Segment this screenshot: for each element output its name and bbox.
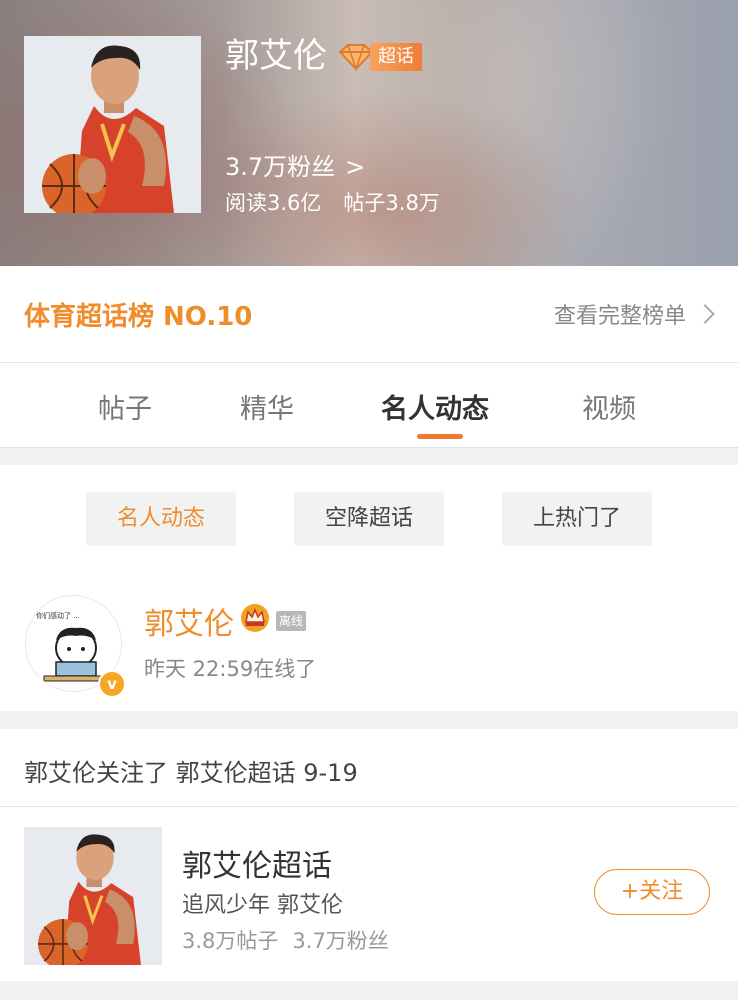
fans-count: 3.7万粉丝 — [225, 153, 336, 181]
super-topic-tag: 超话 — [370, 43, 422, 71]
rank-title: 体育超话榜 NO.10 — [24, 302, 253, 332]
tab-featured[interactable]: 精华 — [240, 387, 294, 426]
topic-header: 郭艾伦 超话 3.7万粉丝 > 阅读3.6亿 帖子3.8万 — [0, 0, 738, 266]
super-topic-badge: 超话 — [336, 42, 422, 72]
topic-card-thumbnail[interactable] — [24, 827, 162, 965]
rank-row[interactable]: 体育超话榜 NO.10 查看完整榜单 — [0, 266, 738, 363]
topic-name: 郭艾伦 — [225, 36, 327, 76]
tab-videos[interactable]: 视频 — [582, 387, 636, 426]
chevron-right-icon — [695, 304, 715, 324]
filter-airdrop-topic[interactable]: 空降超话 — [294, 492, 444, 546]
last-online-time: 昨天 22:59在线了 — [144, 657, 317, 681]
tab-posts[interactable]: 帖子 — [98, 387, 152, 426]
divider — [0, 806, 738, 807]
filter-celebrity-updates[interactable]: 名人动态 — [86, 492, 236, 546]
topic-avatar[interactable] — [24, 36, 201, 213]
topic-card-fans: 3.7万粉丝 — [292, 929, 389, 953]
crown-icon — [241, 604, 269, 632]
follow-activity: 郭艾伦关注了 郭艾伦超话 9-19 郭艾伦超话 追风少年 郭艾伦 3.8万帖子 3… — [0, 729, 738, 981]
chevron-right-icon: > — [345, 153, 366, 181]
topic-card-stats: 3.8万帖子 3.7万粉丝 — [182, 925, 389, 955]
basketball-player-photo — [24, 36, 201, 213]
view-full-ranking-link[interactable]: 查看完整榜单 — [553, 298, 715, 330]
offline-badge: 离线 — [276, 611, 307, 631]
topic-card-title[interactable]: 郭艾伦超话 — [182, 841, 332, 885]
tab-celebrity-updates[interactable]: 名人动态 — [381, 387, 489, 426]
filter-section: 名人动态 空降超话 上热门了 你们感动了 ... v 郭艾伦 离线 昨天 22:… — [0, 465, 738, 711]
view-full-ranking-label: 查看完整榜单 — [553, 304, 686, 329]
fans-link[interactable]: 3.7万粉丝 > — [225, 151, 365, 183]
activity-text: 郭艾伦关注了 郭艾伦超话 9-19 — [24, 759, 358, 787]
active-tab-indicator — [417, 434, 463, 439]
user-name[interactable]: 郭艾伦 — [144, 599, 234, 643]
verified-badge-icon: v — [98, 670, 126, 698]
read-count: 阅读3.6亿 — [225, 191, 322, 215]
filter-trending[interactable]: 上热门了 — [502, 492, 652, 546]
basketball-player-photo — [24, 827, 162, 965]
tab-bar: 帖子 精华 名人动态 视频 — [0, 363, 738, 448]
topic-card-posts: 3.8万帖子 — [182, 929, 279, 953]
svg-text:你们感动了 ...: 你们感动了 ... — [36, 611, 80, 620]
topic-card-subtitle: 追风少年 郭艾伦 — [182, 893, 343, 918]
follow-button[interactable]: +关注 — [594, 869, 710, 915]
post-count: 帖子3.8万 — [343, 191, 440, 215]
topic-stats: 阅读3.6亿 帖子3.8万 — [225, 187, 440, 219]
